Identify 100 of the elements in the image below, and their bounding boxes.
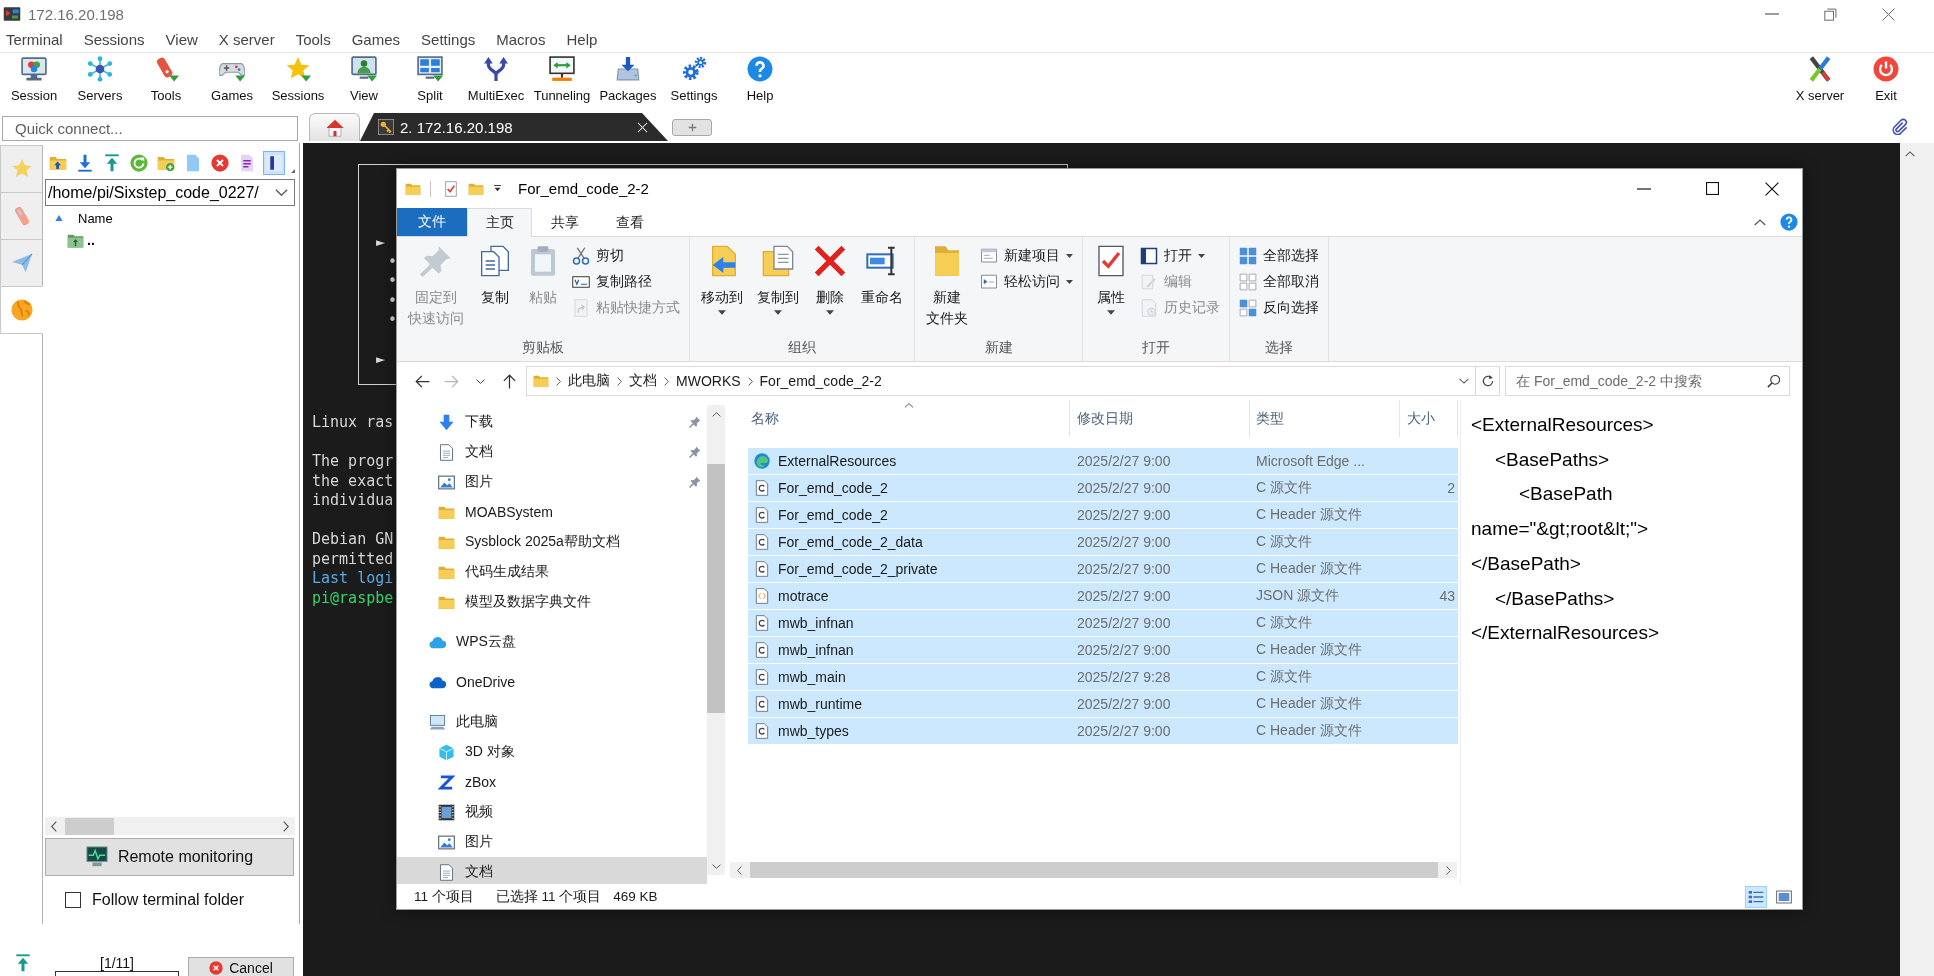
- menu-item[interactable]: Terminal: [6, 31, 63, 49]
- scrollbar[interactable]: [707, 405, 725, 875]
- ribbon-button[interactable]: 剪切: [568, 243, 684, 269]
- toolbar-button[interactable]: Help: [727, 53, 793, 110]
- toolbar-button[interactable]: [263, 150, 285, 175]
- file-row[interactable]: motrace 2025/2/27 9:00 JSON 源文件 43: [748, 583, 1458, 609]
- checkbox-label[interactable]: Follow terminal folder: [92, 891, 245, 909]
- ribbon-tab[interactable]: 查看: [597, 208, 662, 237]
- path-dropdown[interactable]: /home/pi/Sixstep_code_0227/: [45, 179, 295, 206]
- toolbar-button[interactable]: Session: [1, 53, 67, 110]
- caret-icon[interactable]: [493, 184, 502, 193]
- paperclip-icon[interactable]: [1891, 118, 1908, 135]
- toolbar-button[interactable]: View: [331, 53, 397, 110]
- ribbon-button[interactable]: 全部取消: [1235, 269, 1323, 295]
- column-header[interactable]: 大小: [1400, 400, 1458, 437]
- menu-item[interactable]: Settings: [421, 31, 476, 49]
- ribbon-button[interactable]: 删除: [807, 237, 853, 319]
- ribbon-tab[interactable]: 共享: [532, 208, 597, 237]
- session-tab[interactable]: 2. 172.16.20.198: [360, 113, 668, 141]
- nav-item[interactable]: 文档: [397, 857, 707, 884]
- toolbar-button[interactable]: Settings: [661, 53, 727, 110]
- toolbar-button[interactable]: MultiExec: [463, 53, 529, 110]
- toolbar-button[interactable]: Packages: [595, 53, 661, 110]
- ribbon-tab[interactable]: 文件: [397, 208, 467, 236]
- breadcrumb-item[interactable]: For_emd_code_2-2: [759, 373, 882, 389]
- nav-item[interactable]: 文档: [397, 437, 707, 467]
- nav-item[interactable]: 下载: [397, 407, 707, 437]
- file-row[interactable]: ..: [45, 229, 95, 251]
- breadcrumb-item[interactable]: 文档: [629, 372, 657, 390]
- nav-item[interactable]: 代码生成结果: [397, 557, 707, 587]
- column-header[interactable]: 类型: [1250, 400, 1400, 437]
- file-row[interactable]: mwb_infnan 2025/2/27 9:00 C Header 源文件: [748, 637, 1458, 663]
- ribbon-button[interactable]: 新建 文件夹: [920, 237, 974, 333]
- file-row[interactable]: For_emd_code_2_data 2025/2/27 9:00 C 源文件: [748, 529, 1458, 555]
- nav-item[interactable]: WPS云盘: [397, 627, 707, 657]
- file-row[interactable]: For_emd_code_2_private 2025/2/27 9:00 C Header 源文件: [748, 556, 1458, 582]
- close-icon[interactable]: [637, 121, 648, 133]
- ribbon-button[interactable]: 移动到: [695, 237, 749, 319]
- ribbon-button[interactable]: 复制: [472, 237, 518, 312]
- toolbar-button[interactable]: Servers: [67, 53, 133, 110]
- nav-item[interactable]: 此电脑: [397, 707, 707, 737]
- toolbar-button[interactable]: Tools: [133, 53, 199, 110]
- toolbar-button[interactable]: X server: [1787, 53, 1853, 110]
- menu-item[interactable]: X server: [218, 31, 275, 49]
- column-header[interactable]: 名称: [748, 400, 1070, 437]
- file-row[interactable]: ExternalResources 2025/2/27 9:00 Microsoft Edge ...: [748, 448, 1458, 474]
- menu-item[interactable]: Macros: [496, 31, 546, 49]
- ribbon-button[interactable]: 属性: [1088, 237, 1134, 319]
- nav-item[interactable]: 视频: [397, 797, 707, 827]
- scrollbar-thumb[interactable]: [707, 464, 725, 713]
- toolbar-button[interactable]: Tunneling: [529, 53, 595, 110]
- chevron-up-icon[interactable]: [1754, 218, 1766, 226]
- file-row[interactable]: For_emd_code_2 2025/2/27 9:00 C Header 源文件: [748, 502, 1458, 528]
- menu-item[interactable]: View: [165, 31, 198, 49]
- file-row[interactable]: For_emd_code_2 2025/2/27 9:00 C 源文件 2: [748, 475, 1458, 501]
- nav-item[interactable]: Sysblock 2025a帮助文档: [397, 527, 707, 557]
- cancel-button[interactable]: Cancel: [188, 957, 294, 976]
- nav-item[interactable]: 图片: [397, 827, 707, 857]
- scrollbar-thumb[interactable]: [65, 817, 114, 835]
- ribbon-button[interactable]: 反向选择: [1235, 295, 1323, 321]
- checklist-icon[interactable]: [443, 180, 459, 197]
- nav-item[interactable]: zBox: [397, 767, 707, 797]
- file-row[interactable]: mwb_types 2025/2/27 9:00 C Header 源文件: [748, 718, 1458, 744]
- ribbon-button[interactable]: 新建项目: [976, 243, 1077, 269]
- toolbar-button[interactable]: Split: [397, 53, 463, 110]
- file-row[interactable]: mwb_main 2025/2/27 9:28 C 源文件: [748, 664, 1458, 690]
- home-tab[interactable]: [309, 113, 360, 141]
- scrollbar[interactable]: [45, 817, 295, 835]
- remote-monitoring-button[interactable]: Remote monitoring: [45, 838, 294, 876]
- file-row[interactable]: mwb_runtime 2025/2/27 9:00 C Header 源文件: [748, 691, 1458, 717]
- toolbar-button[interactable]: Sessions: [265, 53, 331, 110]
- breadcrumb-item[interactable]: 此电脑: [568, 372, 610, 390]
- sidebar-tab[interactable]: [0, 192, 43, 240]
- nav-item[interactable]: 图片: [397, 467, 707, 497]
- ribbon-button[interactable]: 复制路径: [568, 269, 684, 295]
- ribbon-button[interactable]: 全部选择: [1235, 243, 1323, 269]
- breadcrumb-item[interactable]: MWORKS: [676, 373, 741, 389]
- ribbon-button[interactable]: 复制到: [751, 237, 805, 319]
- nav-item[interactable]: MOABSystem: [397, 497, 707, 527]
- nav-item[interactable]: 3D 对象: [397, 737, 707, 767]
- menu-item[interactable]: Help: [566, 31, 598, 49]
- menu-item[interactable]: Tools: [295, 31, 331, 49]
- ribbon-tab[interactable]: 主页: [467, 208, 532, 237]
- view-button[interactable]: [1745, 885, 1767, 908]
- menu-item[interactable]: Sessions: [83, 31, 145, 49]
- address-bar[interactable]: 此电脑 文档 MWORKS For_emd_code_2-2: [526, 366, 1476, 396]
- sidebar-tab[interactable]: [0, 286, 43, 334]
- nav-item[interactable]: 模型及数据字典文件: [397, 587, 707, 617]
- help-icon[interactable]: [1780, 213, 1798, 231]
- quick-connect-field[interactable]: Quick connect...: [2, 116, 298, 141]
- menu-item[interactable]: Games: [351, 31, 401, 49]
- ribbon-button[interactable]: 轻松访问: [976, 269, 1077, 295]
- toolbar-button[interactable]: Games: [199, 53, 265, 110]
- refresh-button[interactable]: [1476, 366, 1500, 396]
- search-field[interactable]: 在 For_emd_code_2-2 中搜索: [1505, 366, 1790, 396]
- toolbar-button[interactable]: Exit: [1853, 53, 1919, 110]
- checkbox[interactable]: [65, 892, 81, 908]
- chevron-down-icon[interactable]: [1459, 378, 1469, 384]
- ribbon-button[interactable]: 打开: [1136, 243, 1224, 269]
- sidebar-tab[interactable]: [0, 239, 43, 287]
